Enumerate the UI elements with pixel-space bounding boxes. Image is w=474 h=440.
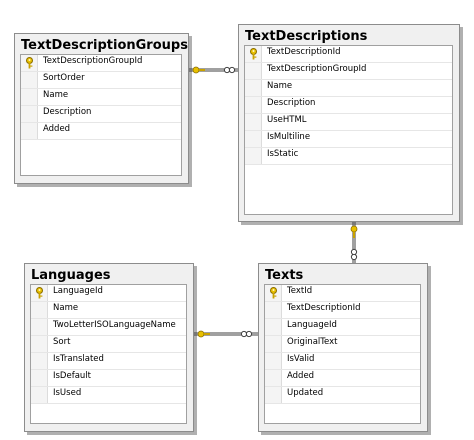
many-infinity-icon bbox=[350, 248, 358, 261]
relationship-descriptions-texts bbox=[350, 222, 358, 263]
relationship-languages-texts bbox=[194, 330, 258, 338]
many-infinity-icon bbox=[240, 330, 253, 338]
one-key-icon bbox=[192, 66, 205, 74]
relationship-groups-descriptions[interactable] bbox=[0, 0, 474, 440]
one-key-icon bbox=[350, 225, 358, 238]
one-key-icon bbox=[197, 330, 210, 338]
many-infinity-icon bbox=[223, 66, 236, 74]
